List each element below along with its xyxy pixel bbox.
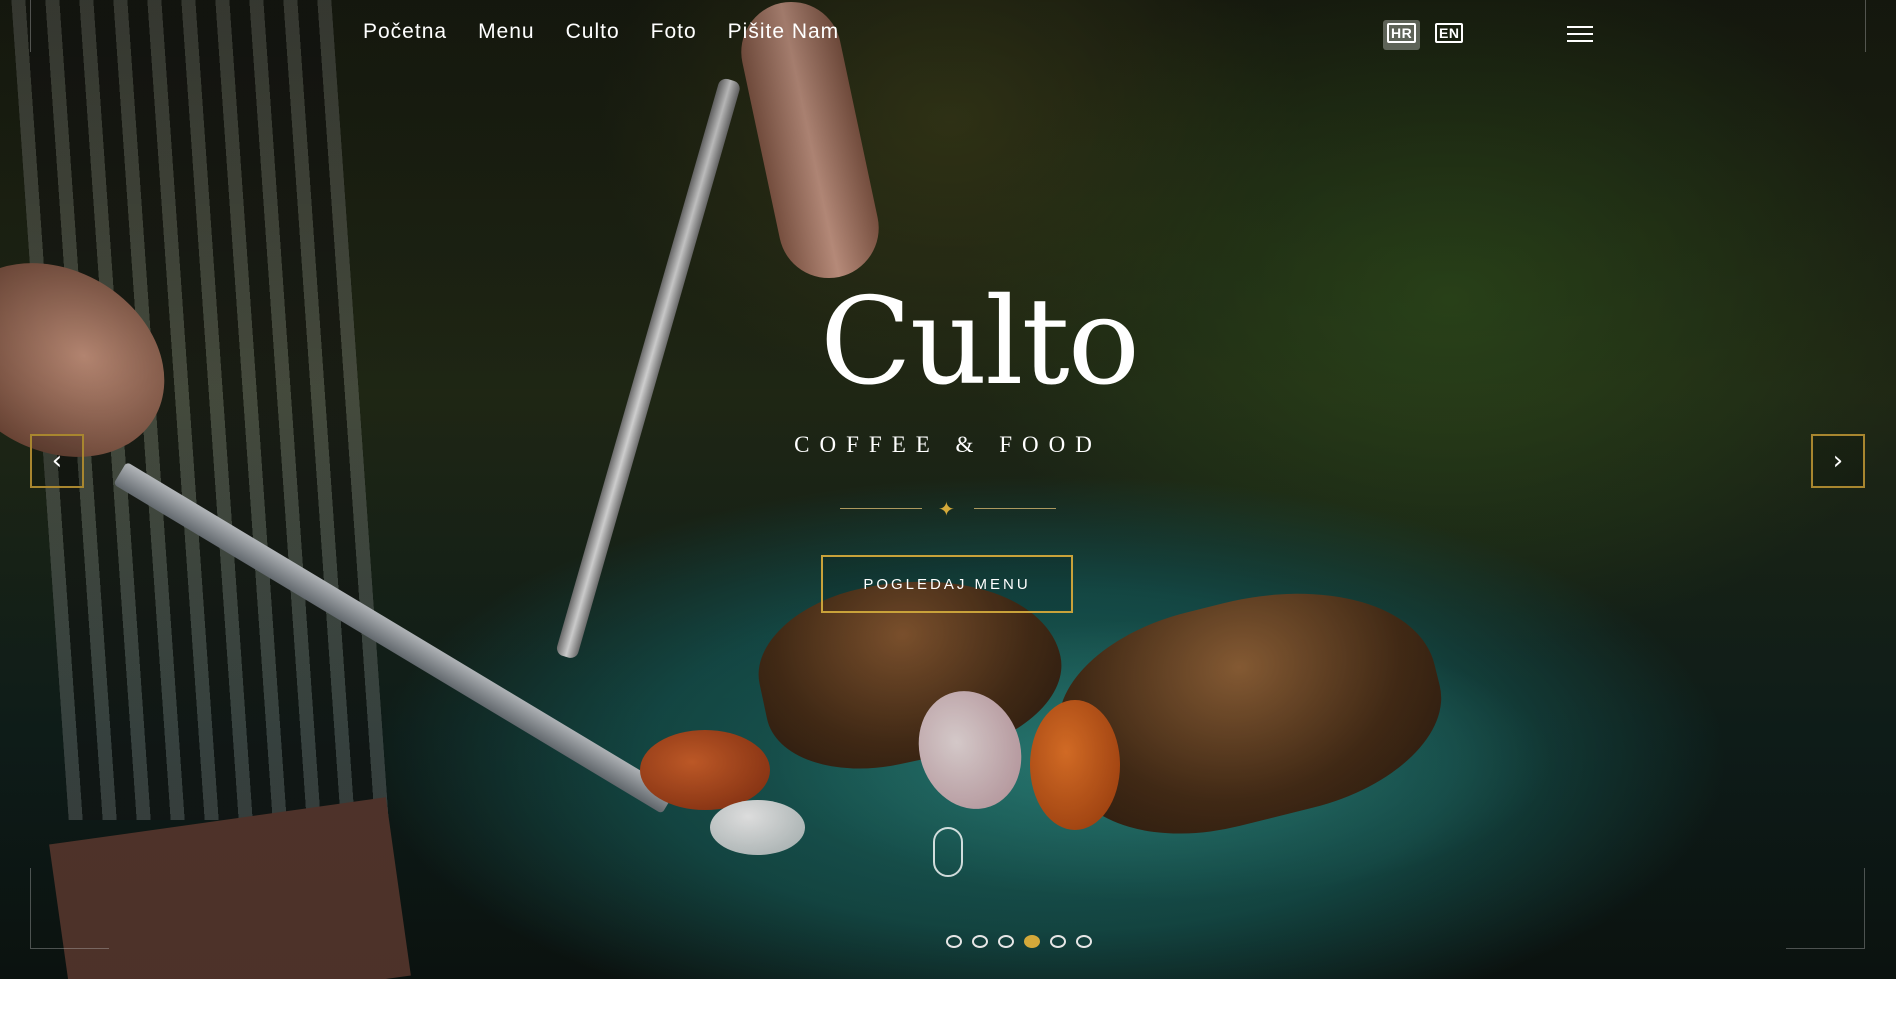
frame-corner [1865,0,1866,52]
ornament-divider: ✦ [840,499,1056,521]
brand-tagline: COFFEE & FOOD [794,432,1102,457]
scroll-mouse-icon[interactable] [933,827,963,877]
brand-logo: Culto [820,273,1140,412]
language-en-button[interactable]: EN [1432,23,1466,47]
nav-item-foto[interactable]: Foto [651,20,697,44]
frame-corner [30,868,109,949]
star-icon: ✦ [938,499,955,521]
view-menu-button[interactable]: POGLEDAJ MENU [821,555,1073,613]
nav-item-culto[interactable]: Culto [566,20,620,44]
main-nav: Početna Menu Culto Foto Pišite Nam [363,20,839,44]
slide-dot[interactable] [972,935,988,948]
chevron-right-icon[interactable]: › [1811,434,1865,488]
language-en-label: EN [1435,23,1464,43]
slide-dot[interactable] [1050,935,1066,948]
menu-icon[interactable] [1567,26,1593,44]
slider-pagination [946,935,1092,948]
nav-item-pisite-nam[interactable]: Pišite Nam [728,20,840,44]
nav-item-menu[interactable]: Menu [478,20,535,44]
language-hr-button[interactable]: HR [1383,20,1421,50]
chevron-left-icon[interactable]: ‹ [30,434,84,488]
nav-item-pocetna[interactable]: Početna [363,20,447,44]
slide-dot-active[interactable] [1024,935,1040,948]
slide-dot[interactable] [946,935,962,948]
frame-corner [30,0,31,52]
frame-corner [1786,868,1865,949]
slide-dot[interactable] [1076,935,1092,948]
hero-slider: Početna Menu Culto Foto Pišite Nam HR EN… [0,0,1896,979]
slide-dot[interactable] [998,935,1014,948]
language-hr-label: HR [1387,23,1417,43]
